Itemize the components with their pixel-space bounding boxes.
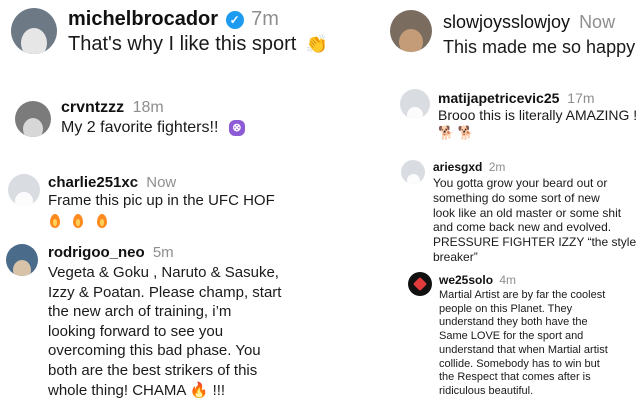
fire-icon <box>50 213 60 228</box>
avatar[interactable] <box>400 89 430 119</box>
timestamp: 5m <box>152 244 174 261</box>
comment-line: Same LOVE for the sport and <box>439 330 584 343</box>
comment-line: collide. Somebody has to win but <box>439 357 600 370</box>
comment-text: Vegeta & Goku , Naruto & Sasuke, Izzy & … <box>48 263 281 400</box>
avatar[interactable] <box>11 8 57 54</box>
comment-line: the Respect that comes after is <box>439 371 591 384</box>
timestamp: 17m <box>567 90 595 106</box>
comment-ariesgxd: ariesgxd 2m You gotta grow your beard ou… <box>320 157 640 267</box>
timestamp: Now <box>146 174 177 191</box>
username[interactable]: we25solo <box>439 273 493 287</box>
comment-line: You gotta grow your beard out or <box>433 176 608 190</box>
comment-line: Vegeta & Goku , Naruto & Sasuke, <box>48 264 279 281</box>
comment-line: understand that when Martial artist <box>439 343 608 356</box>
fire-icon <box>96 213 107 228</box>
comment-line: breaker” <box>433 249 478 264</box>
timestamp: 2m <box>488 160 506 174</box>
comment-we25solo: we25solo 4m Martial Artist are by far th… <box>320 270 640 400</box>
comment-text: Brooo this is literally AMAZING ! <box>438 107 638 123</box>
username[interactable]: charlie251xc <box>48 174 138 191</box>
comment-text: Frame this pic up in the UFC HOF <box>48 192 275 209</box>
comment-line: people on this Planet. They <box>439 302 573 315</box>
timestamp: 18m <box>132 99 164 116</box>
comment-line: ridiculous beautiful. <box>439 384 534 397</box>
verified-badge-icon: ✓ <box>225 10 244 29</box>
comment-line: Izzy & Poatan. Please champ, start <box>48 283 282 301</box>
comment-line: something do some sort of new <box>433 190 600 205</box>
avatar[interactable] <box>15 101 51 137</box>
comment-line: look like an old master or some shit <box>433 205 622 220</box>
avatar[interactable] <box>401 160 425 184</box>
comment-text: You gotta grow your beard out or somethi… <box>433 176 636 265</box>
comment-line: both are the best strikers of this <box>48 361 258 379</box>
username[interactable]: matijapetricevic25 <box>438 90 559 106</box>
comment-text: Martial Artist are by far the coolest pe… <box>439 289 608 399</box>
comment-text: My 2 favorite fighters!! <box>61 119 219 136</box>
username[interactable]: slowjoysslowjoy <box>443 12 570 32</box>
comment-rodrigoo-neo: rodrigoo_neo 5m Vegeta & Goku , Naruto &… <box>0 242 320 400</box>
avatar[interactable] <box>408 272 432 296</box>
fire-icon <box>73 213 84 228</box>
comment-charlie251xc: charlie251xc Now Frame this pic up in th… <box>0 170 320 230</box>
comment-line: looking forward to see you <box>48 322 224 340</box>
comment-matijapetricevic25: matijapetricevic25 17m Brooo this is lit… <box>320 85 640 145</box>
comment-line: understand they both have the <box>439 316 588 329</box>
comment-line: overcoming this bad phase. You <box>48 342 261 360</box>
comment-text: This made me so happy <box>443 37 636 57</box>
comment-text: That's why I like this sport <box>68 33 297 55</box>
username[interactable]: rodrigoo_neo <box>48 244 145 261</box>
avatar[interactable] <box>390 10 432 52</box>
comment-line: whole thing! CHAMA 🔥 !!! <box>48 381 226 399</box>
username[interactable]: michelbrocador <box>68 8 218 30</box>
timestamp: 7m <box>251 8 279 30</box>
comment-line: PRESSURE FIGHTER IZZY “the style <box>433 235 637 250</box>
username[interactable]: crvntzzz <box>61 99 124 116</box>
timestamp: 4m <box>499 273 517 287</box>
username[interactable]: ariesgxd <box>433 160 482 174</box>
comment-line: and come back new and evolved. <box>433 220 612 235</box>
avatar[interactable] <box>8 174 40 206</box>
dog-emoji-row: 🐕 🐕 <box>438 125 474 140</box>
fire-emoji-row <box>50 212 107 230</box>
comment-line: Martial Artist are by far the coolest <box>439 289 606 301</box>
comment-michelbrocador: michelbrocador ✓ 7m That's why I like th… <box>0 0 328 70</box>
timestamp: Now <box>579 12 616 32</box>
badge-icon: ⊗ <box>228 119 245 136</box>
comment-slowjoysslowjoy: slowjoysslowjoy Now This made me so happ… <box>320 0 640 70</box>
comment-crvntzzz: crvntzzz 18m My 2 favorite fighters!! ⊗ <box>0 95 320 145</box>
avatar[interactable] <box>6 244 38 276</box>
comment-line: the new arch of training, i’m <box>48 303 232 321</box>
